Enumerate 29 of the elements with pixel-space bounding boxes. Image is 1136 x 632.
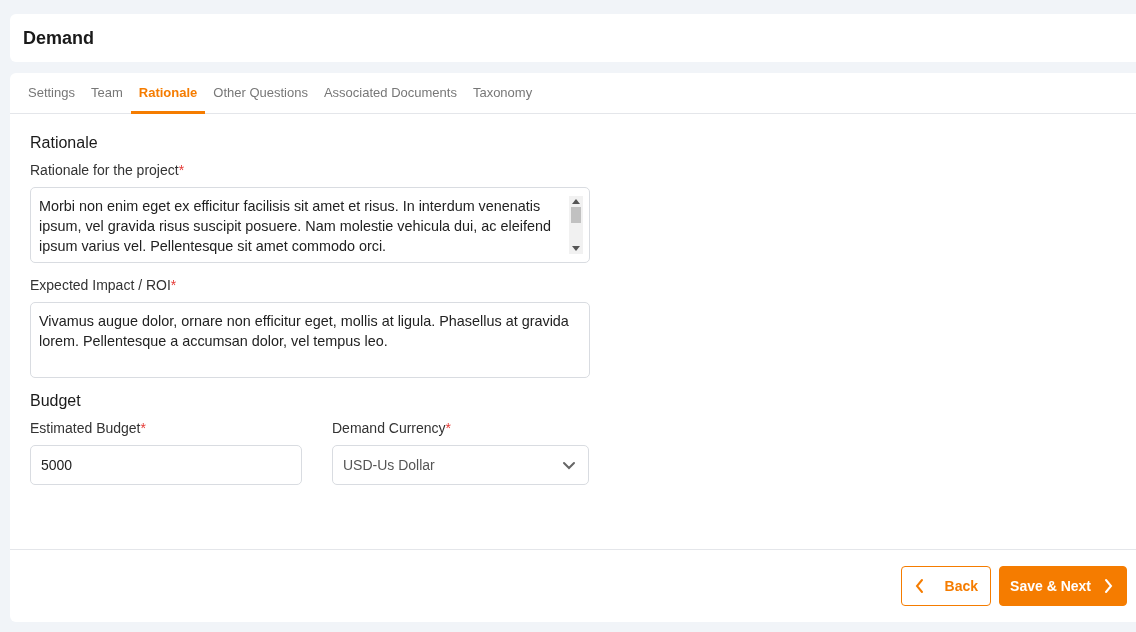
required-mark: * xyxy=(178,162,185,178)
field-label: Estimated Budget xyxy=(30,420,141,436)
scrollbar[interactable] xyxy=(569,196,583,254)
tab[interactable]: Taxonomy xyxy=(464,73,541,114)
back-button[interactable]: Back xyxy=(900,566,992,606)
chevron-right-icon xyxy=(1103,578,1114,594)
required-mark: * xyxy=(170,277,177,293)
dropdown[interactable]: USD-Us Dollar xyxy=(332,445,589,485)
text-input[interactable]: 5000 xyxy=(30,445,302,485)
chevron-left-icon xyxy=(913,578,925,594)
section-title: Budget xyxy=(30,392,82,410)
page-title: Demand xyxy=(23,27,94,49)
text-area[interactable]: Morbi non enim eget ex efficitur facilisis sit amet et risus. In interdum venenatis ipsum, vel gravida risus suscipit posuere. Nam molestie vehicula dui, ac eleifend ipsum varius vel. Pellentesque sit amet commodo orci. xyxy=(30,187,590,263)
chevron-down-icon xyxy=(562,459,576,471)
tab[interactable]: Team xyxy=(83,73,131,114)
required-mark: * xyxy=(445,420,452,436)
tab[interactable]: Rationale xyxy=(130,73,206,114)
text-area[interactable]: Vivamus augue dolor, ornare non efficitur eget, mollis at ligula. Phasellus at gravida lorem. Pellentesque a accumsan dolor, vel tempus leo. xyxy=(30,302,590,378)
scroll-up-icon[interactable] xyxy=(572,199,580,204)
field-label: Expected Impact / ROI xyxy=(30,277,171,293)
save-next-button[interactable]: Save & Next xyxy=(999,566,1127,606)
tab[interactable]: Other Questions xyxy=(205,73,316,114)
field-label: Rationale for the project xyxy=(30,162,179,178)
scroll-down-icon[interactable] xyxy=(572,246,580,251)
tab[interactable]: Associated Documents xyxy=(315,73,465,114)
tab[interactable]: Settings xyxy=(20,73,83,114)
field-label: Demand Currency xyxy=(332,420,446,436)
section-title: Rationale xyxy=(30,134,99,152)
required-mark: * xyxy=(140,420,146,436)
